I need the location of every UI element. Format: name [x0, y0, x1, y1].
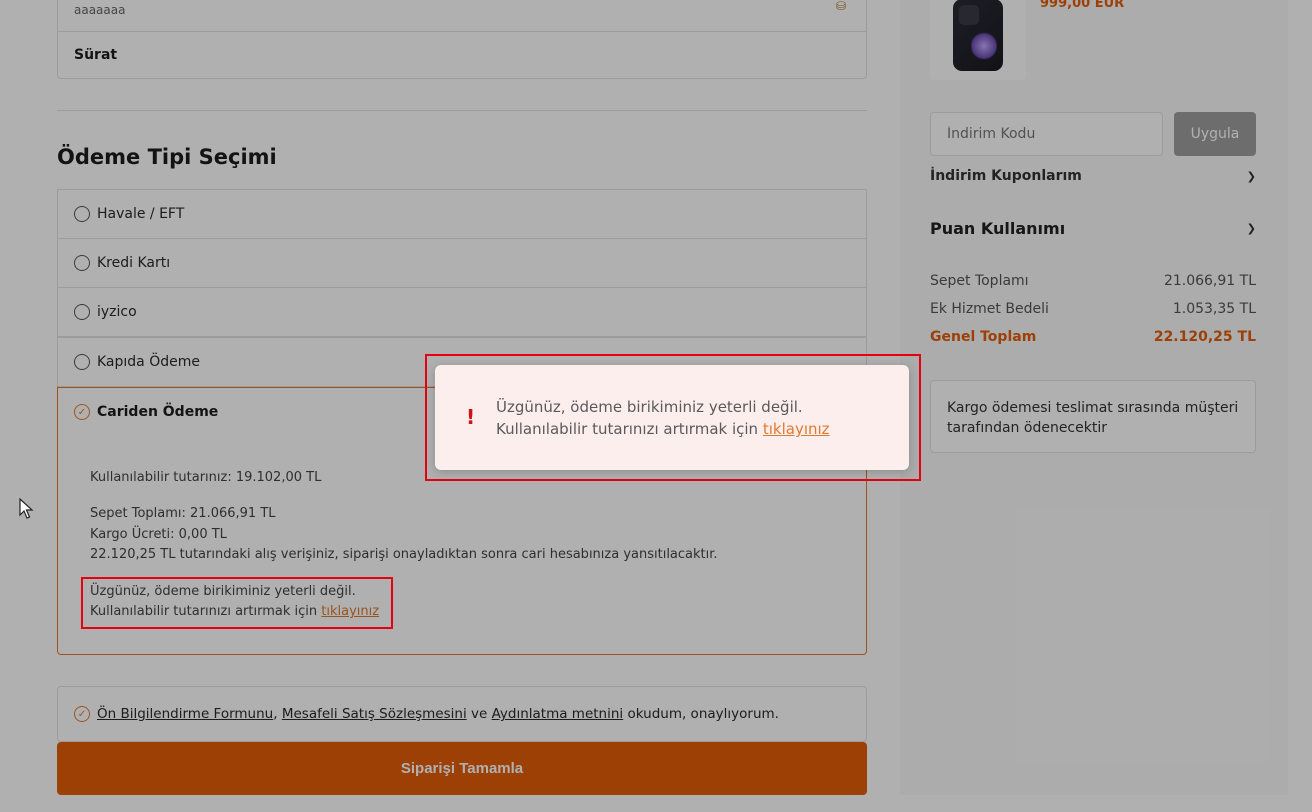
toast-action-text: Kullanılabilir tutarınızı artırmak için	[496, 420, 759, 438]
toast-message: Üzgünüz, ödeme birikiminiz yeterli değil…	[496, 398, 803, 416]
toast-action: Kullanılabilir tutarınızı artırmak için …	[496, 420, 830, 438]
error-toast: ! Üzgünüz, ödeme birikiminiz yeterli değ…	[435, 365, 909, 470]
mouse-cursor-icon	[19, 498, 34, 519]
exclamation-icon: !	[466, 405, 476, 429]
toast-top-up-link[interactable]: tıklayınız	[763, 420, 830, 438]
annotation-frame	[81, 577, 393, 629]
